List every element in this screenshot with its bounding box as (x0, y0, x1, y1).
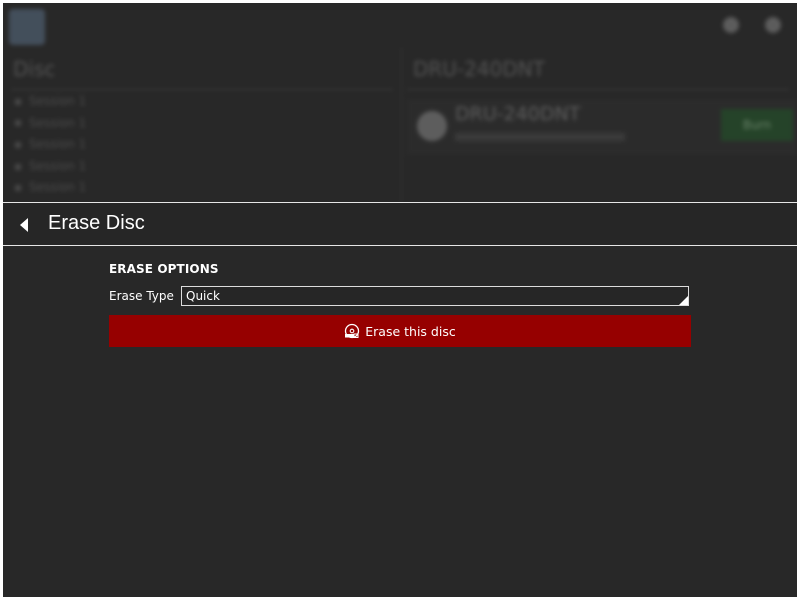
device-name: DRU-240DNT (455, 103, 581, 125)
session-list: Session 1 Session 1 Session 1 Session 1 … (15, 91, 86, 199)
erase-type-dropdown[interactable]: Quick (181, 286, 689, 306)
background-app: Disc DRU-240DNT Session 1 Session 1 Sess… (3, 3, 797, 203)
divider (11, 89, 393, 90)
list-item: Session 1 (15, 156, 86, 178)
background-left-title: Disc (13, 57, 56, 81)
erase-button-label: Erase this disc (365, 323, 456, 339)
more-icon (765, 17, 781, 33)
device-details (455, 133, 625, 141)
erase-disc-button[interactable]: Erase this disc (109, 315, 691, 347)
list-item: Session 1 (15, 177, 86, 199)
app-logo (9, 9, 45, 45)
divider (407, 89, 789, 90)
app-window: Disc DRU-240DNT Session 1 Session 1 Sess… (3, 3, 797, 597)
page-title: Erase Disc (48, 212, 145, 234)
back-arrow-icon (20, 218, 28, 232)
list-item: Session 1 (15, 91, 86, 113)
back-button[interactable] (11, 211, 39, 239)
disc-icon (417, 111, 447, 141)
list-item: Session 1 (15, 113, 86, 135)
list-item: Session 1 (15, 134, 86, 156)
erase-disc-panel: Erase Disc ERASE OPTIONS Erase Type Quic… (3, 202, 797, 597)
section-heading: ERASE OPTIONS (109, 262, 219, 276)
background-right-title: DRU-240DNT (413, 57, 545, 81)
erase-type-value: Quick (186, 289, 220, 303)
erase-disc-icon (344, 323, 360, 339)
column-divider (401, 47, 402, 203)
settings-icon (723, 17, 739, 33)
device-card: DRU-240DNT Burn (407, 99, 797, 155)
erase-type-label: Erase Type (109, 289, 174, 303)
panel-header: Erase Disc (3, 202, 797, 246)
dropdown-corner-icon (679, 296, 688, 305)
burn-button: Burn (721, 109, 793, 141)
